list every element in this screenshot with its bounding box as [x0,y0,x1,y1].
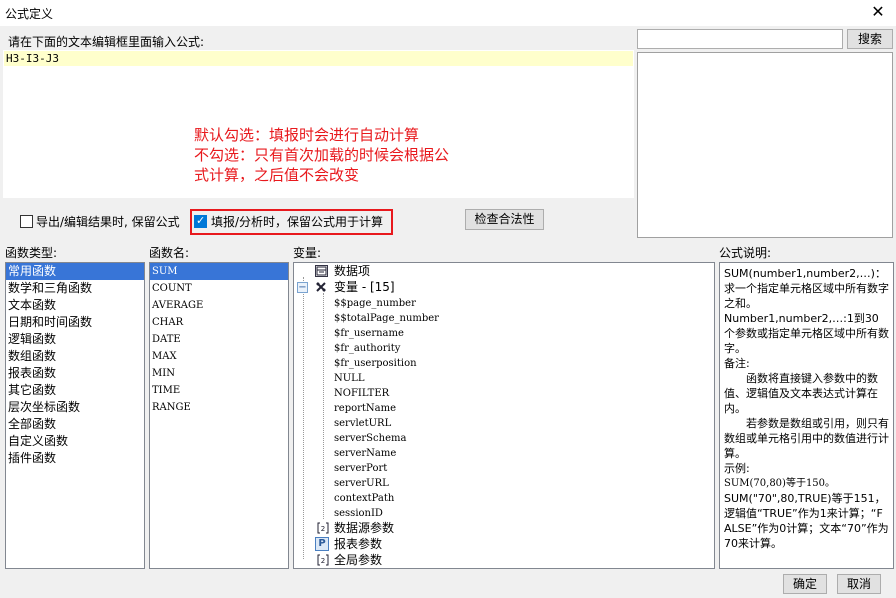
annotation-line-1: 默认勾选：填报时会进行自动计算 [194,126,420,144]
cancel-button[interactable]: 取消 [837,574,881,594]
func-type-item[interactable]: 插件函数 [6,450,144,467]
tree-leaf-variable[interactable]: serverSchema [334,431,406,446]
collapse-icon[interactable]: − [297,282,308,293]
annotation-note: 默认勾选：填报时会进行自动计算 不勾选：只有首次加载的时候会根据公 式计算，之后… [194,125,449,185]
tree-label: 报表参数 [334,537,383,551]
variable-header: 变量: [293,246,322,260]
func-type-header: 函数类型: [5,246,58,260]
func-type-item[interactable]: 全部函数 [6,416,144,433]
tree-leaf-variable[interactable]: reportName [334,401,396,416]
tree-node-global-params[interactable]: 2 全局参数 [294,553,594,568]
formula-editor[interactable]: H3-I3-J3 默认勾选：填报时会进行自动计算 不勾选：只有首次加载的时候会根… [3,50,634,198]
tree-label: 变量 - [15] [334,280,395,294]
tree-leaf-variable[interactable]: servletURL [334,416,391,431]
tree-leaf-variable[interactable]: $fr_username [334,326,404,341]
func-name-item[interactable]: TIME [150,382,288,399]
func-name-item[interactable]: AVERAGE [150,297,288,314]
tree-leaf-variable[interactable]: NOFILTER [334,386,389,401]
search-button[interactable]: 搜索 [847,29,893,49]
tree-connector [323,293,324,519]
func-name-item[interactable]: RANGE [150,399,288,416]
check-validity-button[interactable]: 检查合法性 [465,209,544,230]
tree-node-data-item[interactable]: 数据项 [294,264,594,279]
func-name-item[interactable]: DATE [150,331,288,348]
table-icon [315,265,328,277]
tree-leaf-variable[interactable]: serverURL [334,476,389,491]
ok-button[interactable]: 确定 [783,574,827,594]
close-icon[interactable]: ✕ [868,2,888,22]
tree-leaf-variable[interactable]: $fr_userposition [334,356,417,371]
desc-line: 函数将直接键入参数中的数值、逻辑值及文本表达式计算在内。 [724,372,878,415]
desc-line: 若参数是数组或引用，则只有数组或单元格引用中的数值进行计算。 [724,417,889,460]
tree-leaf-variable[interactable]: serverPort [334,461,387,476]
func-name-item[interactable]: COUNT [150,280,288,297]
p-icon: P [315,537,329,551]
search-results[interactable] [637,52,893,238]
func-type-item[interactable]: 文本函数 [6,297,144,314]
tree-node-variables[interactable]: − 变量 - [15] [294,280,594,295]
svg-text:2: 2 [320,557,324,565]
desc-line: 备注: [724,357,750,370]
tree-node-report-params[interactable]: P 报表参数 [294,537,594,552]
func-type-item[interactable]: 数组函数 [6,348,144,365]
fill-keep-formula-label: 填报/分析时，保留公式用于计算 [211,215,384,229]
tree-leaf-variable[interactable]: $$totalPage_number [334,311,439,326]
tree-leaf-variable[interactable]: sessionID [334,506,383,521]
tree-connector [303,277,304,559]
tree-label: 数据源参数 [334,521,395,535]
func-type-item[interactable]: 常用函数 [6,263,144,280]
tree-leaf-variable[interactable]: contextPath [334,491,394,506]
func-type-item[interactable]: 自定义函数 [6,433,144,450]
tree-leaf-variable[interactable]: serverName [334,446,396,461]
desc-line: SUM(70,80)等于150。 [724,478,836,489]
desc-line: SUM(number1,number2,…)：求一个指定单元格区域中所有数字之和… [724,267,889,310]
editor-prompt: 请在下面的文本编辑框里面输入公式: [8,35,205,49]
func-name-item[interactable]: SUM [150,263,288,280]
desc-line: Number1,number2,…:1到30个参数或指定单元格区域中所有数字。 [724,312,889,355]
annotation-line-2: 不勾选：只有首次加载的时候会根据公 [194,146,450,164]
parameter-icon: 2 [316,522,329,534]
window-title: 公式定义 [5,7,54,21]
tree-leaf-variable[interactable]: $fr_authority [334,341,400,356]
func-type-item[interactable]: 日期和时间函数 [6,314,144,331]
description-header: 公式说明: [719,246,772,260]
func-type-item[interactable]: 层次坐标函数 [6,399,144,416]
func-type-item[interactable]: 逻辑函数 [6,331,144,348]
parameter-icon: 2 [316,554,329,566]
export-keep-formula-checkbox[interactable] [20,215,33,228]
variable-tree[interactable]: 数据项 − 变量 - [15] $$page_number $$totalPag… [293,262,715,569]
tree-label: 数据项 [334,264,371,278]
annotation-line-3: 式计算，之后值不会改变 [194,166,360,184]
tree-label: 全局参数 [334,553,383,567]
func-name-header: 函数名: [149,246,190,260]
tree-leaf-variable[interactable]: NULL [334,371,364,386]
func-type-item[interactable]: 数学和三角函数 [6,280,144,297]
svg-text:2: 2 [320,525,324,533]
tree-leaf-variable[interactable]: $$page_number [334,296,416,311]
formula-text[interactable]: H3-I3-J3 [4,51,633,66]
tree-node-datasource-params[interactable]: 2 数据源参数 [294,521,594,536]
title-bar: 公式定义 ✕ [0,0,896,26]
formula-description: SUM(number1,number2,…)：求一个指定单元格区域中所有数字之和… [719,262,894,569]
fill-keep-formula-checkbox[interactable] [194,214,207,228]
export-keep-formula-label: 导出/编辑结果时, 保留公式 [36,215,180,229]
func-type-list[interactable]: 常用函数 数学和三角函数 文本函数 日期和时间函数 逻辑函数 数组函数 报表函数… [5,262,145,569]
func-type-item[interactable]: 其它函数 [6,382,144,399]
desc-line: 示例: [724,462,750,475]
func-type-item[interactable]: 报表函数 [6,365,144,382]
func-name-item[interactable]: CHAR [150,314,288,331]
func-name-list[interactable]: SUM COUNT AVERAGE CHAR DATE MAX MIN TIME… [149,262,289,569]
search-input[interactable] [637,29,843,49]
desc-line: SUM("70",80,TRUE)等于151，逻辑值“TRUE”作为1来计算；“… [724,492,889,550]
func-name-item[interactable]: MIN [150,365,288,382]
func-name-item[interactable]: MAX [150,348,288,365]
variable-icon [314,281,327,293]
